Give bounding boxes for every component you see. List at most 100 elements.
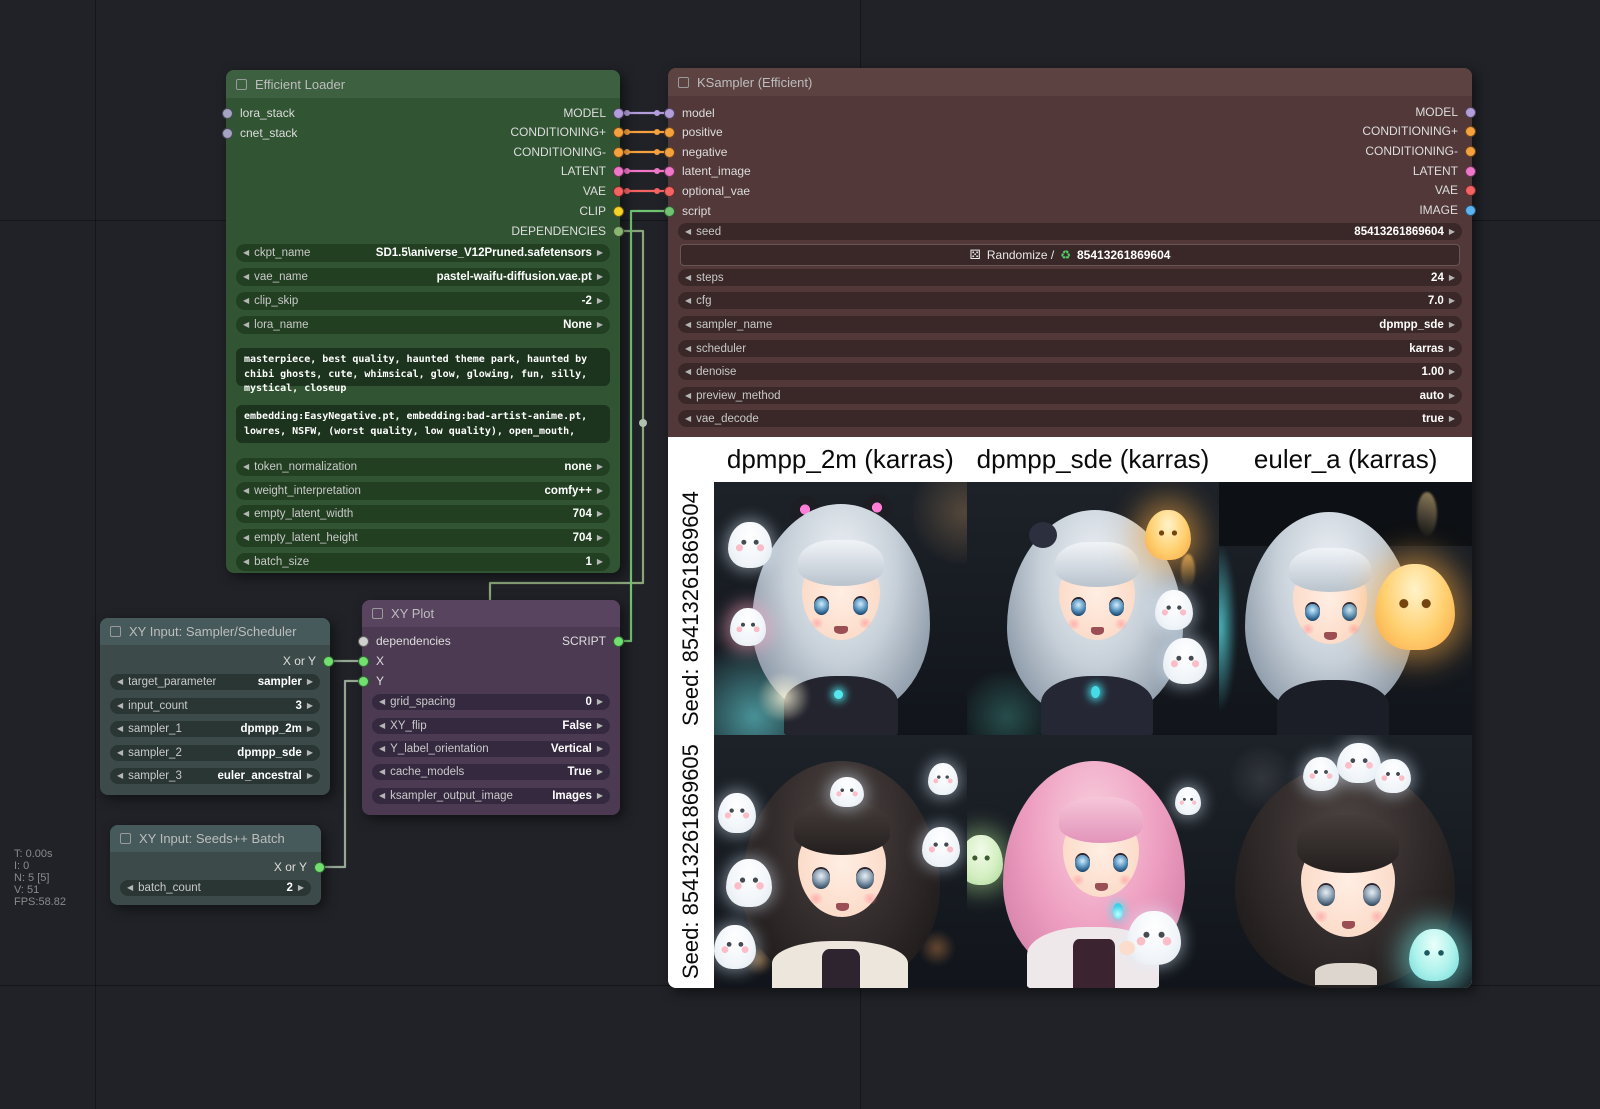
- input-port-y[interactable]: Y: [358, 673, 384, 689]
- port-dot[interactable]: [323, 656, 334, 667]
- right-arrow-icon[interactable]: ▶: [597, 534, 603, 542]
- left-arrow-icon[interactable]: ◀: [685, 392, 691, 400]
- collapse-box-icon[interactable]: [372, 608, 383, 619]
- right-arrow-icon[interactable]: ▶: [1449, 321, 1455, 329]
- right-arrow-icon[interactable]: ▶: [1449, 415, 1455, 423]
- node-xy-plot[interactable]: XY Plot dependencies X Y SCRIPT ◀ grid_s…: [362, 600, 620, 815]
- port-dot[interactable]: [613, 166, 624, 177]
- port-dot[interactable]: [613, 147, 624, 158]
- widget-ckpt-name[interactable]: ◀ ckpt_name SD1.5\aniverse_V12Pruned.saf…: [236, 244, 610, 262]
- widget-preview-method[interactable]: ◀ preview_method auto ▶: [678, 387, 1462, 404]
- left-arrow-icon[interactable]: ◀: [685, 228, 691, 236]
- output-port-clip[interactable]: CLIP: [579, 203, 624, 219]
- widget-sampler-3[interactable]: ◀ sampler_3 euler_ancestral ▶: [110, 768, 320, 784]
- port-dot[interactable]: [358, 676, 369, 687]
- widget-weight-interpretation[interactable]: ◀ weight_interpretation comfy++ ▶: [236, 482, 610, 500]
- widget-sampler-1[interactable]: ◀ sampler_1 dpmpp_2m ▶: [110, 721, 320, 737]
- output-port-model[interactable]: MODEL: [563, 105, 624, 121]
- right-arrow-icon[interactable]: ▶: [597, 698, 603, 706]
- collapse-box-icon[interactable]: [236, 79, 247, 90]
- left-arrow-icon[interactable]: ◀: [243, 249, 249, 257]
- left-arrow-icon[interactable]: ◀: [379, 722, 385, 730]
- right-arrow-icon[interactable]: ▶: [597, 487, 603, 495]
- output-port-model[interactable]: MODEL: [1415, 104, 1476, 120]
- right-arrow-icon[interactable]: ▶: [307, 725, 313, 733]
- port-dot[interactable]: [613, 127, 624, 138]
- widget-vae-name[interactable]: ◀ vae_name pastel-waifu-diffusion.vae.pt…: [236, 268, 610, 286]
- right-arrow-icon[interactable]: ▶: [307, 749, 313, 757]
- input-port-latent-image[interactable]: latent_image: [664, 163, 751, 179]
- node-graph-canvas[interactable]: T: 0.00s I: 0 N: 5 [5] V: 51 FPS:58.82 E…: [0, 0, 1600, 1109]
- widget-y-label-orientation[interactable]: ◀ Y_label_orientation Vertical ▶: [372, 741, 610, 757]
- output-port-script[interactable]: SCRIPT: [562, 633, 624, 649]
- left-arrow-icon[interactable]: ◀: [117, 772, 123, 780]
- left-arrow-icon[interactable]: ◀: [685, 321, 691, 329]
- right-arrow-icon[interactable]: ▶: [1449, 392, 1455, 400]
- widget-input-count[interactable]: ◀ input_count 3 ▶: [110, 698, 320, 714]
- right-arrow-icon[interactable]: ▶: [597, 768, 603, 776]
- left-arrow-icon[interactable]: ◀: [685, 345, 691, 353]
- node-xy-input-sampler[interactable]: XY Input: Sampler/Scheduler X or Y ◀ tar…: [100, 618, 330, 795]
- right-arrow-icon[interactable]: ▶: [1449, 368, 1455, 376]
- left-arrow-icon[interactable]: ◀: [243, 510, 249, 518]
- widget-lora-name[interactable]: ◀ lora_name None ▶: [236, 316, 610, 334]
- left-arrow-icon[interactable]: ◀: [243, 321, 249, 329]
- left-arrow-icon[interactable]: ◀: [117, 725, 123, 733]
- widget-empty-latent-height[interactable]: ◀ empty_latent_height 704 ▶: [236, 529, 610, 547]
- output-port-dependencies[interactable]: DEPENDENCIES: [511, 223, 624, 239]
- node-efficient-loader[interactable]: Efficient Loader lora_stack cnet_stack M…: [226, 70, 620, 573]
- widget-seed[interactable]: ◀ seed 85413261869604 ▶: [678, 223, 1462, 240]
- widget-batch-size[interactable]: ◀ batch_size 1 ▶: [236, 553, 610, 571]
- right-arrow-icon[interactable]: ▶: [597, 792, 603, 800]
- left-arrow-icon[interactable]: ◀: [243, 297, 249, 305]
- output-port-x-or-y[interactable]: X or Y: [274, 859, 325, 875]
- collapse-box-icon[interactable]: [110, 626, 121, 637]
- port-dot[interactable]: [1465, 146, 1476, 157]
- input-port-optional-vae[interactable]: optional_vae: [664, 183, 750, 199]
- randomize-seed-button[interactable]: ⚄ Randomize / ♻ 85413261869604: [680, 244, 1460, 266]
- node-header[interactable]: KSampler (Efficient): [668, 68, 1472, 96]
- widget-cfg[interactable]: ◀ cfg 7.0 ▶: [678, 292, 1462, 309]
- right-arrow-icon[interactable]: ▶: [307, 678, 313, 686]
- port-dot[interactable]: [1465, 107, 1476, 118]
- widget-cache-models[interactable]: ◀ cache_models True ▶: [372, 764, 610, 780]
- right-arrow-icon[interactable]: ▶: [307, 702, 313, 710]
- input-port-x[interactable]: X: [358, 653, 384, 669]
- right-arrow-icon[interactable]: ▶: [1449, 345, 1455, 353]
- output-port-conditioning-minus[interactable]: CONDITIONING-: [513, 144, 624, 160]
- collapse-box-icon[interactable]: [120, 833, 131, 844]
- left-arrow-icon[interactable]: ◀: [117, 749, 123, 757]
- left-arrow-icon[interactable]: ◀: [685, 297, 691, 305]
- widget-token-normalization[interactable]: ◀ token_normalization none ▶: [236, 458, 610, 476]
- input-port-lora-stack[interactable]: lora_stack: [222, 105, 295, 121]
- output-port-conditioning-plus[interactable]: CONDITIONING+: [1362, 123, 1476, 139]
- output-port-latent[interactable]: LATENT: [1413, 163, 1476, 179]
- widget-xy-flip[interactable]: ◀ XY_flip False ▶: [372, 718, 610, 734]
- right-arrow-icon[interactable]: ▶: [307, 772, 313, 780]
- widget-scheduler[interactable]: ◀ scheduler karras ▶: [678, 340, 1462, 357]
- node-header[interactable]: XY Input: Seeds++ Batch: [110, 825, 321, 852]
- port-dot[interactable]: [613, 636, 624, 647]
- input-port-negative[interactable]: negative: [664, 144, 727, 160]
- port-dot[interactable]: [613, 206, 624, 217]
- left-arrow-icon[interactable]: ◀: [243, 558, 249, 566]
- output-port-vae[interactable]: VAE: [583, 183, 624, 199]
- left-arrow-icon[interactable]: ◀: [379, 792, 385, 800]
- widget-batch-count[interactable]: ◀ batch_count 2 ▶: [120, 880, 311, 896]
- node-header[interactable]: Efficient Loader: [226, 70, 620, 98]
- left-arrow-icon[interactable]: ◀: [117, 702, 123, 710]
- port-dot[interactable]: [664, 147, 675, 158]
- port-dot[interactable]: [358, 656, 369, 667]
- output-port-vae[interactable]: VAE: [1435, 182, 1476, 198]
- right-arrow-icon[interactable]: ▶: [597, 297, 603, 305]
- widget-grid-spacing[interactable]: ◀ grid_spacing 0 ▶: [372, 694, 610, 710]
- input-port-cnet-stack[interactable]: cnet_stack: [222, 125, 297, 141]
- port-dot[interactable]: [314, 862, 325, 873]
- right-arrow-icon[interactable]: ▶: [1449, 274, 1455, 282]
- right-arrow-icon[interactable]: ▶: [298, 884, 304, 892]
- output-port-image[interactable]: IMAGE: [1419, 202, 1476, 218]
- node-ksampler-efficient[interactable]: KSampler (Efficient) model positive nega…: [668, 68, 1472, 988]
- right-arrow-icon[interactable]: ▶: [597, 745, 603, 753]
- port-dot[interactable]: [613, 108, 624, 119]
- widget-sampler-name[interactable]: ◀ sampler_name dpmpp_sde ▶: [678, 316, 1462, 333]
